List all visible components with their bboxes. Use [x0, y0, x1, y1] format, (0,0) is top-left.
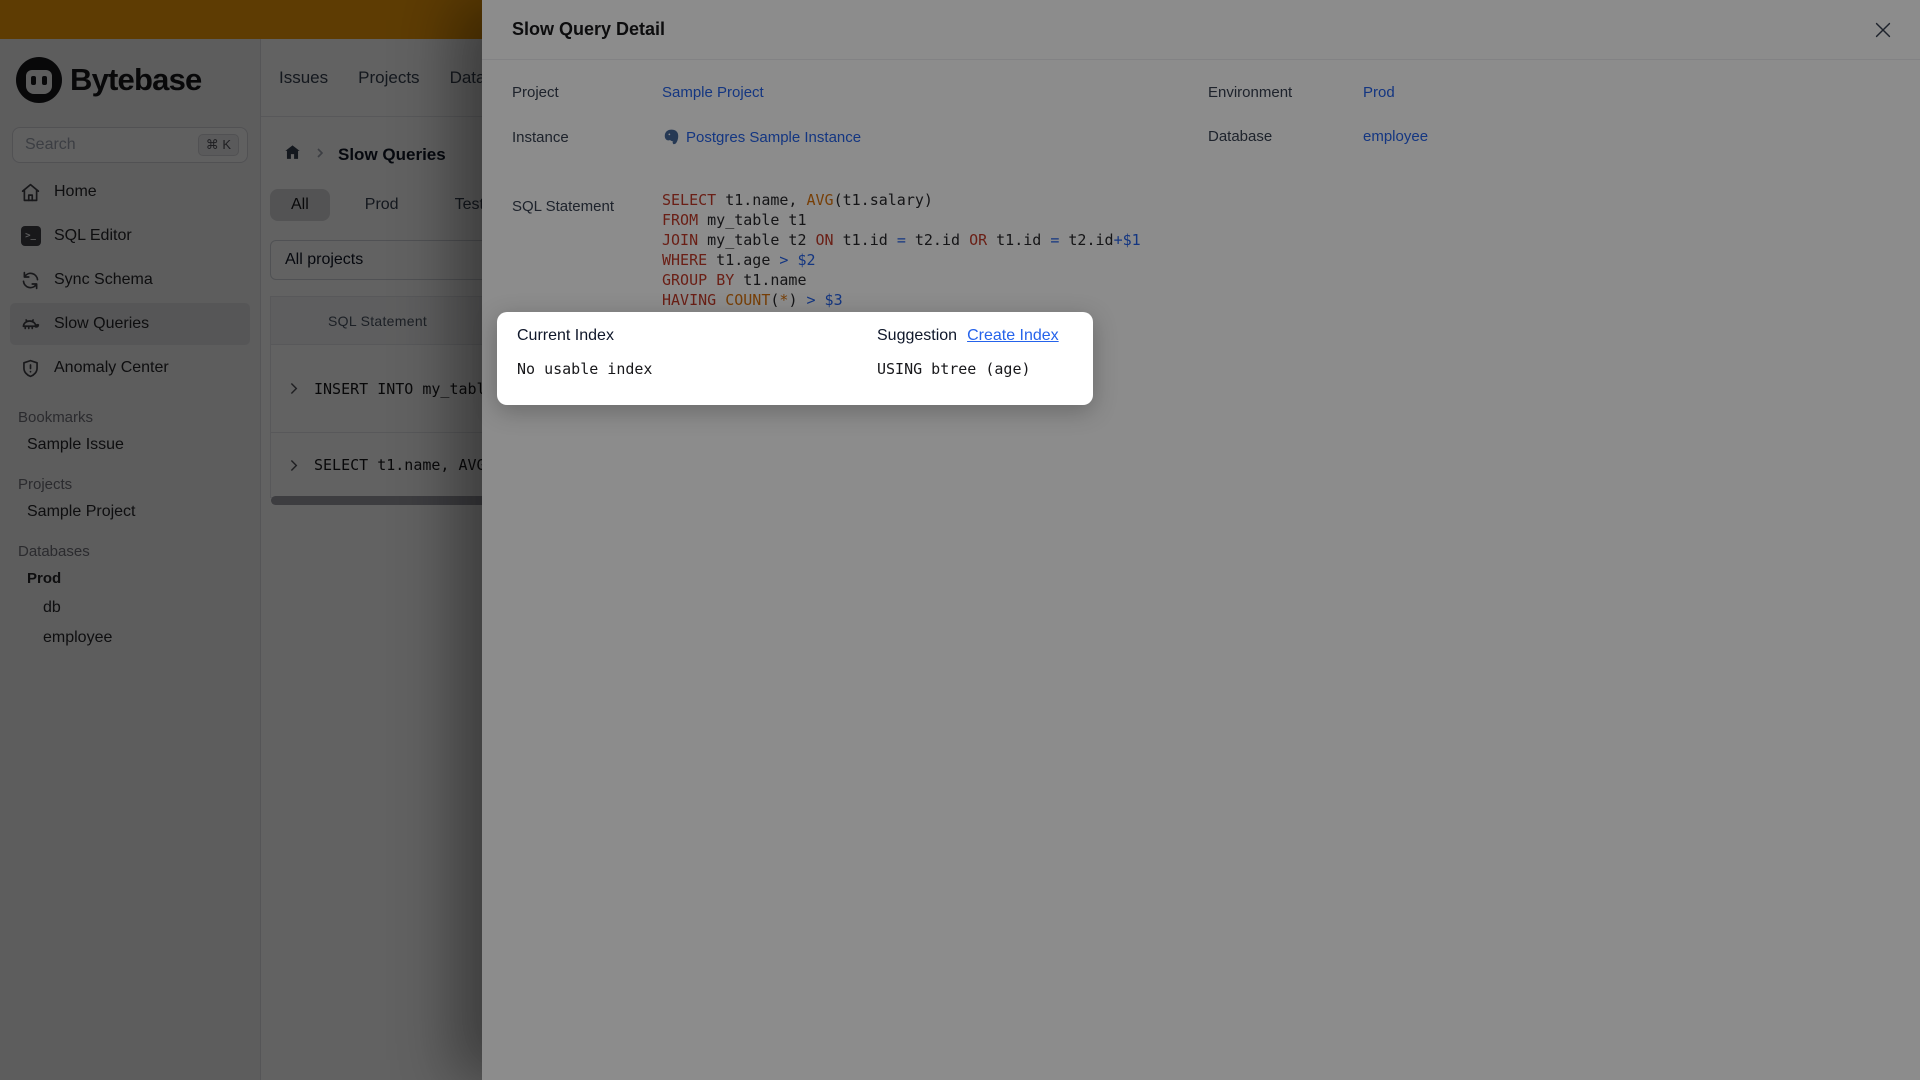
index-suggestion-card: Current Index Suggestion Create Index No… — [497, 312, 1093, 405]
suggestion-header: Suggestion Create Index — [877, 327, 1073, 345]
create-index-link[interactable]: Create Index — [967, 327, 1059, 345]
screen: Bytebase Search ⌘ K Home >_ SQL Editor S… — [0, 0, 1920, 1080]
current-index-label: Current Index — [517, 327, 614, 344]
dim-overlay — [0, 0, 1920, 1080]
suggestion-value: USING btree (age) — [877, 360, 1031, 378]
current-index-value: No usable index — [517, 360, 653, 378]
suggestion-label: Suggestion — [877, 327, 958, 344]
